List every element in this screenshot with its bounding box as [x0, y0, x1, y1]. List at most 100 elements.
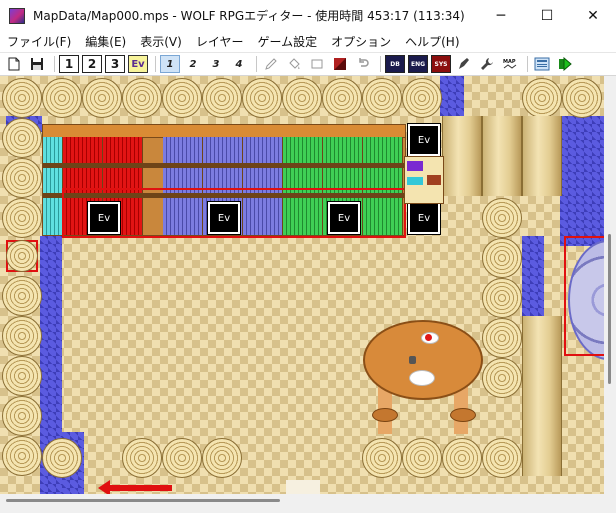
undo-icon: [359, 58, 369, 67]
menu-game-settings[interactable]: ゲーム設定: [250, 33, 324, 50]
stool[interactable]: [450, 408, 476, 422]
menu-file[interactable]: ファイル(F): [0, 33, 78, 50]
engine-button[interactable]: ENG: [408, 55, 428, 73]
vertical-scrollbar[interactable]: [604, 76, 616, 494]
close-button[interactable]: ✕: [570, 0, 616, 31]
toolbar: 1 2 3 Ev 1 2 3 4 DB ENG SYS MAP: [0, 52, 616, 76]
log-tile: [562, 78, 602, 118]
log-tile: [2, 396, 42, 436]
scrollbar-corner: [604, 494, 616, 506]
tile-layer-2-button[interactable]: 2: [183, 55, 203, 73]
log-tile: [202, 78, 242, 118]
menu-view[interactable]: 表示(V): [133, 33, 189, 50]
log-tile: [2, 158, 42, 198]
database-button[interactable]: DB: [385, 55, 405, 73]
log-pillar: [482, 116, 522, 196]
log-tile: [442, 438, 482, 478]
rectangle-tool-button[interactable]: [307, 55, 327, 73]
log-tile: [322, 78, 362, 118]
white-tile: [286, 480, 320, 494]
log-tile: [6, 240, 38, 272]
event-mode-button[interactable]: Ev: [128, 55, 148, 73]
log-tile: [202, 438, 242, 478]
event-marker[interactable]: Ev: [407, 201, 441, 235]
undo-button[interactable]: [353, 55, 373, 73]
event-marker[interactable]: Ev: [407, 123, 441, 157]
map-cursor: [6, 240, 38, 272]
event-marker[interactable]: Ev: [87, 201, 121, 235]
title-bar: MapData/Map000.mps - WOLF RPGエディター - 使用時…: [0, 0, 616, 31]
apple: [425, 334, 432, 341]
event-marker[interactable]: Ev: [327, 201, 361, 235]
vertical-scroll-thumb[interactable]: [608, 234, 611, 384]
item-cabinet: [404, 156, 444, 204]
tools-button[interactable]: [477, 55, 497, 73]
editor-window: MapData/Map000.mps - WOLF RPGエディター - 使用時…: [0, 0, 616, 513]
layer-1-button[interactable]: 1: [59, 55, 79, 73]
map-tag-text: MAP: [503, 59, 516, 65]
menu-help[interactable]: ヘルプ(H): [398, 33, 466, 50]
log-tile: [482, 278, 522, 318]
log-tile: [482, 238, 522, 278]
log-tile: [122, 438, 162, 478]
log-tile: [362, 438, 402, 478]
maximize-button[interactable]: ☐: [524, 0, 570, 31]
layer-2-button[interactable]: 2: [82, 55, 102, 73]
menu-edit[interactable]: 編集(E): [78, 33, 133, 50]
fill-tool-button[interactable]: [284, 55, 304, 73]
log-tile: [162, 78, 202, 118]
log-tile: [42, 78, 82, 118]
play-icon: [559, 57, 572, 71]
new-file-icon: [8, 57, 20, 71]
minimize-button[interactable]: ─: [478, 0, 524, 31]
toolbar-separator: [54, 56, 55, 72]
map-select-button[interactable]: MAP: [500, 55, 520, 73]
plate: [409, 370, 435, 386]
log-tile: [482, 318, 522, 358]
shelf-board: [43, 163, 405, 168]
horizontal-scrollbar[interactable]: [0, 494, 604, 506]
log-tile: [2, 356, 42, 396]
tile-layer-3-button[interactable]: 3: [206, 55, 226, 73]
list-icon: [534, 57, 550, 71]
log-tile: [42, 438, 82, 478]
save-button[interactable]: [27, 55, 47, 73]
event-marker[interactable]: Ev: [207, 201, 241, 235]
log-pillar: [442, 116, 482, 196]
log-tile: [162, 438, 202, 478]
map-canvas[interactable]: Ev Ev Ev Ev Ev: [0, 76, 604, 494]
log-tile: [242, 78, 282, 118]
log-tile: [482, 358, 522, 398]
log-tile: [122, 78, 162, 118]
cabinet-item: [427, 175, 441, 185]
menu-layer[interactable]: レイヤー: [189, 33, 251, 50]
map-list-button[interactable]: [532, 55, 552, 73]
shadow-tool-button[interactable]: [330, 55, 350, 73]
round-table[interactable]: [363, 320, 483, 400]
toolbar-separator: [527, 56, 528, 72]
tile-layer-4-button[interactable]: 4: [229, 55, 249, 73]
cabinet-item: [407, 161, 423, 171]
wall-edge: [440, 76, 464, 116]
log-tile: [522, 78, 562, 118]
new-file-button[interactable]: [4, 55, 24, 73]
pencil-tool-button[interactable]: [261, 55, 281, 73]
toolbar-separator: [380, 56, 381, 72]
layer-3-button[interactable]: 3: [105, 55, 125, 73]
log-tile: [2, 316, 42, 356]
stool[interactable]: [372, 408, 398, 422]
log-tile: [282, 78, 322, 118]
red-arrow-marker: [98, 480, 172, 494]
bucket-icon: [289, 58, 300, 69]
wrench-icon: [481, 58, 493, 70]
wall-edge: [560, 116, 604, 246]
system-db-button[interactable]: SYS: [431, 55, 451, 73]
horizontal-scroll-thumb[interactable]: [6, 499, 280, 502]
tile-layer-1-button[interactable]: 1: [160, 55, 180, 73]
log-tile: [402, 438, 442, 478]
toolbar-separator: [256, 56, 257, 72]
pen-settings-button[interactable]: [454, 55, 474, 73]
menu-options[interactable]: オプション: [324, 33, 398, 50]
mug: [409, 356, 416, 364]
test-play-button[interactable]: [555, 55, 575, 73]
